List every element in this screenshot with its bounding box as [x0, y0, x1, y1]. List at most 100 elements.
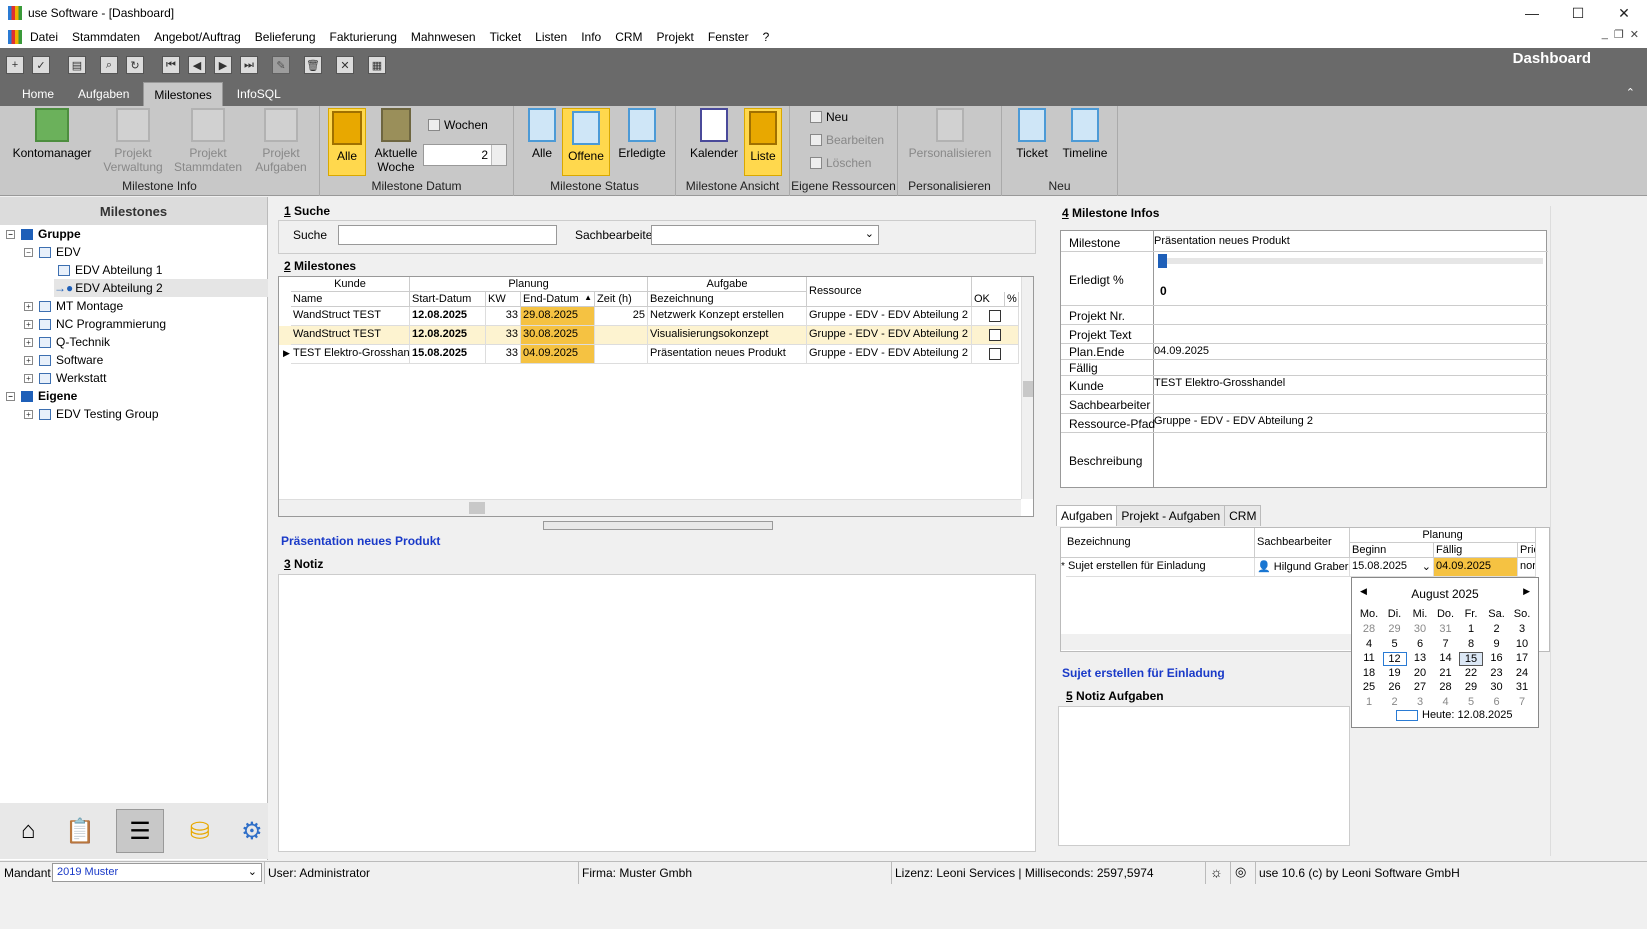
selected-milestone-title[interactable]: Präsentation neues Produkt	[281, 534, 440, 548]
menu-listen[interactable]: Listen	[535, 30, 567, 44]
tab-home[interactable]: Home	[12, 82, 64, 106]
col-name[interactable]: Name	[291, 292, 410, 307]
calendar-day[interactable]: 22	[1459, 667, 1483, 679]
tree-node-edv-abteilung-1[interactable]: EDV Abteilung 1	[58, 261, 162, 279]
calendar-month-title[interactable]: August 2025	[1352, 587, 1538, 601]
personalisieren-button[interactable]: Personalisieren	[906, 108, 994, 160]
row1-name[interactable]: WandStruct TEST	[291, 307, 410, 326]
col-aufgabe-bezeichnung[interactable]: Bezeichnung	[1061, 528, 1255, 558]
calendar-day[interactable]: 9	[1485, 638, 1509, 650]
col-end-datum[interactable]: End-Datum ▲	[521, 292, 595, 307]
menu-mahnwesen[interactable]: Mahnwesen	[411, 30, 476, 44]
calendar-day[interactable]: 23	[1485, 667, 1509, 679]
print-icon[interactable]: ▤	[68, 56, 86, 74]
database-icon[interactable]: ⛁	[184, 814, 216, 848]
row1-start[interactable]: 12.08.2025	[410, 307, 486, 326]
row1-zeit[interactable]: 25	[595, 307, 648, 326]
calendar-day[interactable]: 8	[1459, 638, 1483, 650]
expand-icon[interactable]: +	[24, 337, 33, 347]
col-bezeichnung[interactable]: Bezeichnung	[648, 292, 807, 307]
calendar-day[interactable]: 3	[1510, 623, 1534, 635]
calendar-day[interactable]: 4	[1357, 638, 1381, 650]
settings-gear-icon[interactable]: ⚙	[236, 814, 268, 848]
delete-icon[interactable]: 🗑	[304, 56, 322, 74]
menu-fenster[interactable]: Fenster	[708, 30, 749, 44]
panel-splitter[interactable]	[1040, 430, 1050, 630]
tree-node-gruppe[interactable]: − Gruppe	[6, 225, 81, 243]
col-pct[interactable]: %	[1005, 292, 1019, 307]
expand-icon[interactable]: +	[24, 409, 33, 419]
calendar-day[interactable]: 1	[1459, 623, 1483, 635]
row1-kw[interactable]: 33	[486, 307, 521, 326]
status-offene-button[interactable]: Offene	[562, 108, 610, 176]
sachbearbeiter-select[interactable]: ⌄	[651, 225, 879, 245]
today-label[interactable]: Heute: 12.08.2025	[1422, 709, 1513, 721]
row2-zeit[interactable]	[595, 326, 648, 345]
menu-ticket[interactable]: Ticket	[490, 30, 522, 44]
menu-stammdaten[interactable]: Stammdaten	[72, 30, 140, 44]
neu-timeline-button[interactable]: Timeline	[1058, 108, 1112, 160]
calendar-day[interactable]: 16	[1485, 652, 1509, 664]
wochen-spinner[interactable]: 2	[423, 144, 507, 166]
calendar-day[interactable]: 30	[1485, 681, 1509, 693]
tab-aufgaben-list[interactable]: Aufgaben	[1056, 505, 1118, 526]
calendar-day[interactable]: 2	[1383, 696, 1407, 708]
group-header-ressource[interactable]: Ressource	[807, 277, 972, 307]
row3-ok-checkbox[interactable]	[989, 348, 1001, 360]
first-record-icon[interactable]: ⏮	[162, 56, 180, 74]
last-record-icon[interactable]: ⏭	[240, 56, 258, 74]
aufgabe-row-sachbearbeiter[interactable]: 👤 Hilgund Graber	[1255, 558, 1350, 577]
menu-crm[interactable]: CRM	[615, 30, 642, 44]
calendar-day[interactable]: 21	[1434, 667, 1458, 679]
sun-icon[interactable]: ☼	[1210, 864, 1223, 880]
col-zeit[interactable]: Zeit (h)	[595, 292, 648, 307]
calendar-day[interactable]: 17	[1510, 652, 1534, 664]
row1-ressource[interactable]: Gruppe - EDV - EDV Abteilung 2	[807, 307, 972, 326]
tree-node-q-technik[interactable]: + Q-Technik	[24, 333, 110, 351]
calendar-day[interactable]: 29	[1383, 623, 1407, 635]
menu-help[interactable]: ?	[763, 30, 770, 44]
erledigt-slider-thumb[interactable]	[1158, 254, 1167, 268]
mdi-restore-button[interactable]: ❐	[1614, 28, 1624, 41]
tree-node-eigene[interactable]: − Eigene	[6, 387, 77, 405]
refresh-icon[interactable]: ↻	[126, 56, 144, 74]
aufgabe-row-prio[interactable]: nor	[1518, 558, 1536, 577]
calendar-day[interactable]: 2	[1485, 623, 1509, 635]
calendar-day[interactable]: 7	[1510, 696, 1534, 708]
splitter-handle[interactable]	[543, 521, 773, 530]
tree-node-edv[interactable]: − EDV	[24, 243, 81, 261]
calendar-day[interactable]: 19	[1383, 667, 1407, 679]
next-month-icon[interactable]: ▶	[1523, 586, 1530, 597]
calendar-day[interactable]: 31	[1434, 623, 1458, 635]
calendar-day[interactable]: 18	[1357, 667, 1381, 679]
ansicht-kalender-button[interactable]: Kalender	[688, 108, 740, 160]
calendar-day[interactable]: 10	[1510, 638, 1534, 650]
row2-bezeichnung[interactable]: Visualisierungsokonzept	[648, 326, 807, 345]
col-aufgabe-prio[interactable]: Prio	[1518, 543, 1536, 558]
calendar-day[interactable]: 11	[1357, 652, 1381, 664]
row3-bezeichnung[interactable]: Präsentation neues Produkt	[648, 345, 807, 364]
row1-ok-checkbox[interactable]	[989, 310, 1001, 322]
col-start-datum[interactable]: Start-Datum	[410, 292, 486, 307]
search-input[interactable]	[338, 225, 557, 245]
search-icon[interactable]: ⌕	[100, 56, 118, 74]
tree-node-software[interactable]: + Software	[24, 351, 103, 369]
status-erledigte-button[interactable]: Erledigte	[616, 108, 668, 160]
previous-record-icon[interactable]: ◀	[188, 56, 206, 74]
ansicht-liste-button[interactable]: Liste	[744, 108, 782, 176]
row2-ok-checkbox[interactable]	[989, 329, 1001, 341]
mdi-minimize-button[interactable]: _	[1602, 28, 1608, 41]
calendar-day[interactable]: 30	[1408, 623, 1432, 635]
calendar-day[interactable]: 5	[1383, 638, 1407, 650]
collapse-icon[interactable]: −	[6, 391, 15, 401]
mandant-select[interactable]: 2019 Muster ⌄	[52, 863, 262, 882]
col-aufgabe-beginn[interactable]: Beginn	[1350, 543, 1434, 558]
expand-icon[interactable]: +	[24, 373, 33, 383]
row1-end[interactable]: 29.08.2025	[521, 307, 595, 326]
tab-infosql[interactable]: InfoSQL	[227, 82, 291, 106]
collapse-icon[interactable]: −	[6, 229, 15, 239]
calendar-day[interactable]: 13	[1408, 652, 1432, 664]
col-kw[interactable]: KW	[486, 292, 521, 307]
neu-ticket-button[interactable]: Ticket	[1012, 108, 1052, 160]
aufgabe-row-beginn[interactable]: 15.08.2025 ⌄	[1350, 558, 1434, 577]
